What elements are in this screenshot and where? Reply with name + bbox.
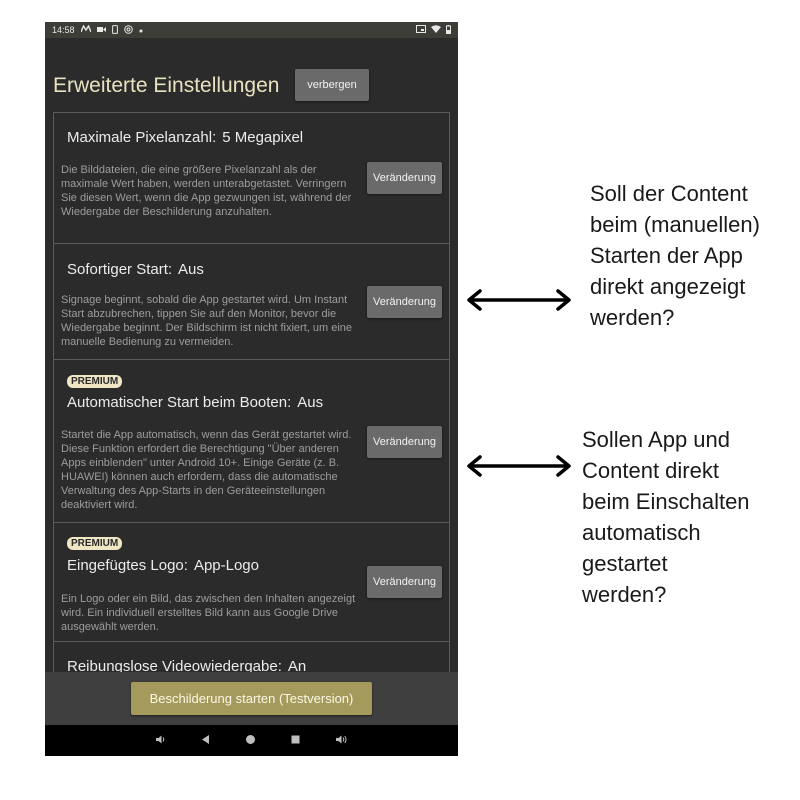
at-icon	[123, 24, 133, 36]
home-icon[interactable]	[245, 734, 256, 747]
setting-label: Automatischer Start beim Booten:	[67, 394, 292, 411]
annotation-line: Content direkt	[582, 458, 719, 483]
setting-label: Reibungslose Videowiedergabe:	[67, 658, 282, 672]
double-arrow-icon	[467, 455, 571, 477]
setting-title: Reibungslose Videowiedergabe: An	[67, 658, 306, 672]
navigation-bar	[45, 725, 458, 756]
status-bar: 14:58	[45, 22, 458, 38]
setting-value: 5 Megapixel	[222, 129, 304, 146]
setting-label: Sofortiger Start:	[67, 261, 173, 278]
setting-title: Sofortiger Start: Aus	[67, 261, 204, 278]
change-button-auto-start-boot[interactable]: Veränderung	[367, 426, 442, 458]
annotation-line: Starten der App	[590, 243, 743, 268]
setting-title: Eingefügtes Logo: App-Logo	[67, 557, 259, 574]
annotation-auto-start: Sollen App und Content direkt beim Einsc…	[582, 424, 750, 610]
setting-auto-start-boot: PREMIUM Automatischer Start beim Booten:…	[54, 360, 449, 523]
change-button-instant-start[interactable]: Veränderung	[367, 286, 442, 318]
setting-value: Aus	[178, 261, 204, 278]
premium-badge: PREMIUM	[67, 375, 123, 388]
setting-description: Die Bilddateien, die eine größere Pixela…	[61, 164, 352, 218]
setting-instant-start: Sofortiger Start: Aus Signage beginnt, so…	[54, 244, 449, 360]
video-icon	[96, 25, 106, 35]
bottom-bar: Beschilderung starten (Testversion)	[45, 672, 458, 725]
annotation-line: beim Einschalten	[582, 489, 750, 514]
recents-icon[interactable]	[290, 734, 301, 747]
setting-title: Automatischer Start beim Booten: Aus	[67, 394, 323, 411]
setting-description: Startet die App automatisch, wenn das Ge…	[61, 429, 352, 511]
setting-inserted-logo: PREMIUM Eingefügtes Logo: App-Logo Ein Lo…	[54, 523, 449, 642]
page-title: Erweiterte Einstellungen	[53, 74, 280, 97]
annotation-line: werden?	[590, 305, 675, 330]
setting-value: App-Logo	[193, 557, 259, 574]
status-time: 14:58	[52, 25, 75, 35]
mail-icon	[79, 24, 92, 35]
change-button-max-pixels[interactable]: Veränderung	[367, 162, 442, 194]
setting-label: Maximale Pixelanzahl:	[67, 129, 217, 146]
double-arrow-icon	[467, 289, 571, 311]
back-icon[interactable]	[200, 734, 211, 747]
premium-badge: PREMIUM	[67, 537, 123, 550]
annotation-line: beim (manuellen)	[590, 212, 760, 237]
battery-icon	[446, 24, 451, 36]
hide-button[interactable]: verbergen	[295, 69, 369, 101]
setting-value: An	[287, 658, 307, 672]
settings-list[interactable]: Maximale Pixelanzahl: 5 Megapixel Die Bil…	[53, 112, 450, 672]
setting-max-pixels: Maximale Pixelanzahl: 5 Megapixel Die Bil…	[54, 113, 449, 244]
setting-title: Maximale Pixelanzahl: 5 Megapixel	[67, 129, 303, 146]
header: Erweiterte Einstellungen verbergen	[45, 66, 458, 106]
setting-smooth-video: Reibungslose Videowiedergabe: An	[54, 642, 449, 672]
phone-icon	[111, 24, 118, 36]
cast-icon	[416, 25, 426, 35]
wifi-icon	[431, 25, 441, 35]
volume-up-icon[interactable]	[335, 734, 348, 747]
phone-screen: 14:58 Erweiterte Einstellungen verbergen…	[45, 22, 458, 756]
setting-description: Signage beginnt, sobald die App gestarte…	[61, 294, 353, 348]
setting-value: Aus	[297, 394, 324, 411]
dot-icon	[139, 25, 143, 35]
annotation-line: Soll der Content	[590, 181, 748, 206]
annotation-line: gestartet	[582, 551, 668, 576]
annotation-line: werden?	[582, 582, 667, 607]
annotation-line: automatisch	[582, 520, 701, 545]
volume-down-icon[interactable]	[155, 734, 166, 747]
change-button-inserted-logo[interactable]: Veränderung	[367, 566, 442, 598]
start-signage-button[interactable]: Beschilderung starten (Testversion)	[131, 682, 372, 715]
annotation-line: direkt angezeigt	[590, 274, 746, 299]
setting-label: Eingefügtes Logo:	[67, 557, 188, 574]
annotation-instant-start: Soll der Content beim (manuellen) Starte…	[590, 178, 760, 333]
setting-description: Ein Logo oder ein Bild, das zwischen den…	[61, 593, 356, 633]
annotation-line: Sollen App und	[582, 427, 731, 452]
